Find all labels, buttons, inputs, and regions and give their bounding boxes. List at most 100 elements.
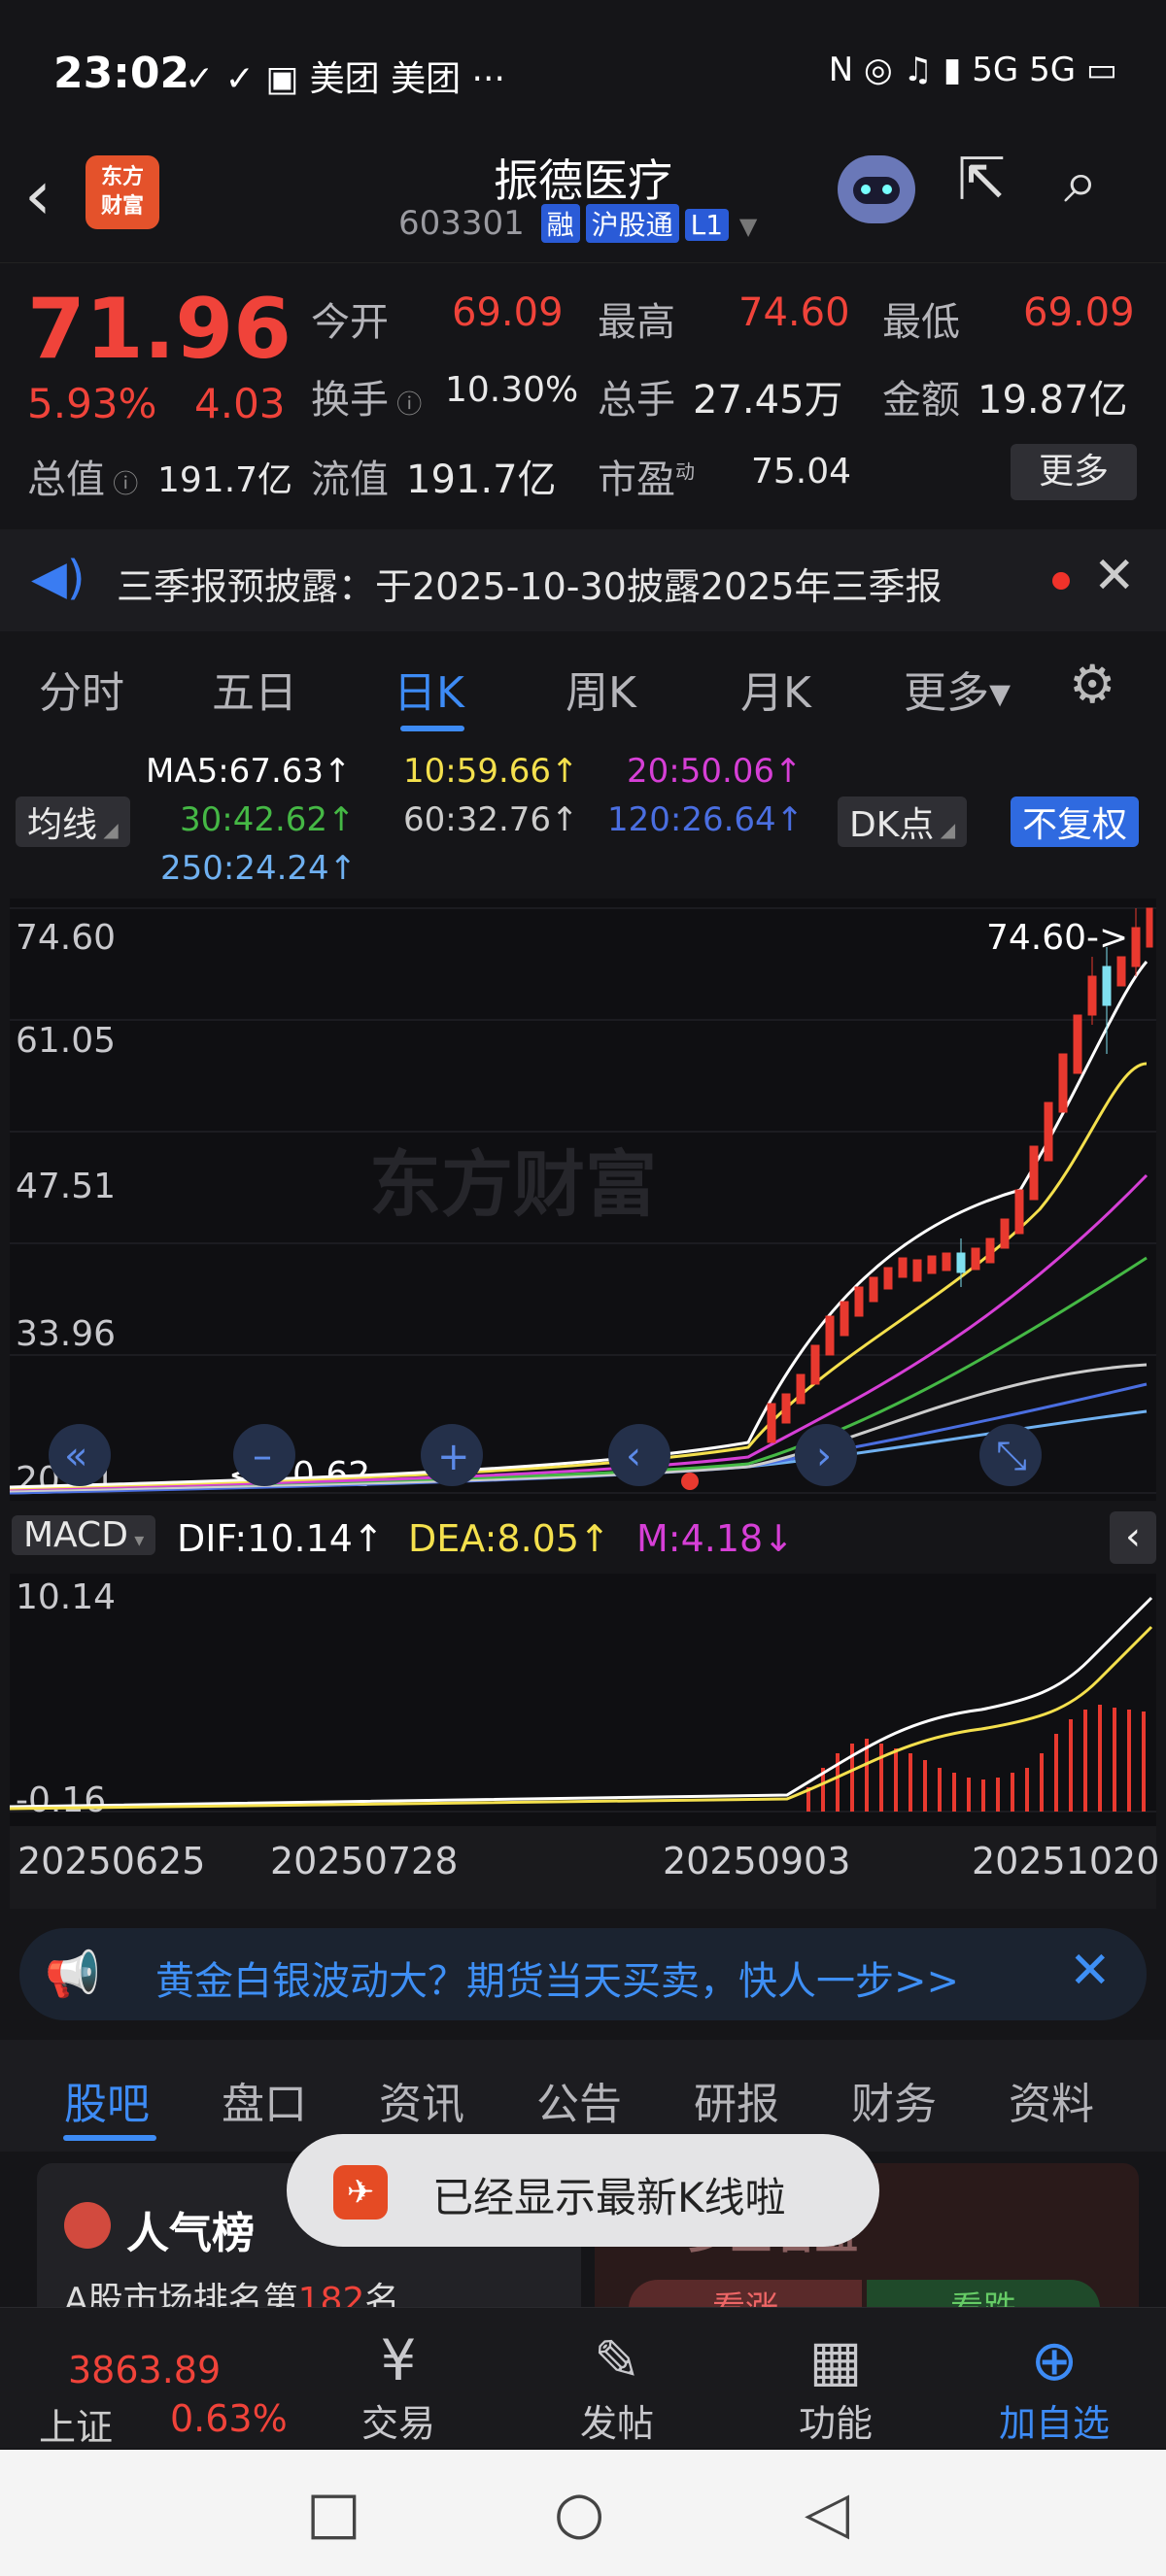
indicator-selector[interactable]: MACD ▾ xyxy=(12,1515,156,1555)
tab-more[interactable]: 更多▾ xyxy=(904,658,1011,720)
nav-trade[interactable]: ¥ 交易 xyxy=(326,2327,471,2447)
tab-daily-k[interactable]: 日K xyxy=(394,658,464,720)
dk-point-button[interactable]: DK点 ◢ xyxy=(838,797,968,847)
low-label: 最低 xyxy=(882,300,960,345)
tab-finance[interactable]: 财务 xyxy=(851,2069,937,2131)
home-icon[interactable]: ○ xyxy=(554,2479,604,2547)
stock-code-line: 603301 融沪股通 L1 ▼ xyxy=(398,204,757,243)
chevron-down-icon[interactable]: ▼ xyxy=(739,213,757,240)
zoom-in-icon: + xyxy=(437,1435,470,1479)
ma-legend: MA5:67.63↑ 10:59.66↑ 20:50.06↑ 均线 ◢ 30:4… xyxy=(0,746,1166,892)
date-label: 20250903 xyxy=(663,1840,851,1882)
volume-value: 27.45万 xyxy=(693,378,843,423)
popularity-title: 人气榜 xyxy=(126,2209,255,2258)
nav-functions[interactable]: ▦ 功能 xyxy=(763,2327,909,2447)
ma30-value: 30:42.62↑ xyxy=(180,800,356,839)
collapse-icon[interactable]: ‹ xyxy=(1110,1511,1156,1564)
amount-label: 金额 xyxy=(882,378,960,423)
mktcap-label: 总值 ⓘ xyxy=(27,458,139,502)
change-value: 4.03 xyxy=(194,380,286,427)
ma5-value: MA5:67.63↑ xyxy=(146,752,352,791)
ad-banner[interactable]: 📢 黄金白银波动大？期货当天买卖，快人一步>> ✕ xyxy=(19,1928,1147,2020)
megaphone-icon: 📢 xyxy=(45,1948,101,2000)
volume-label: 总手 xyxy=(598,378,675,423)
margin-tag: 融 xyxy=(540,204,580,243)
tab-orderbook[interactable]: 盘口 xyxy=(222,2069,307,2131)
notice-bar[interactable]: ◀) 三季报预披露：于2025-10-30披露2025年三季报 ✕ xyxy=(0,529,1166,631)
fullscreen-icon: ⤡ xyxy=(996,1434,1027,1478)
ma60-value: 60:32.76↑ xyxy=(403,800,579,839)
ad-text[interactable]: 黄金白银波动大？期货当天买卖，快人一步>> xyxy=(155,1949,959,2006)
tab-forum[interactable]: 股吧 xyxy=(64,2069,150,2131)
dea-line xyxy=(9,1625,1153,1811)
nav-post[interactable]: ✎ 发帖 xyxy=(544,2327,690,2447)
back-icon[interactable]: ‹ xyxy=(24,155,51,235)
system-nav: □ ○ ◁ xyxy=(0,2450,1166,2576)
close-icon[interactable]: ✕ xyxy=(1069,1942,1112,2000)
tab-research[interactable]: 研报 xyxy=(694,2069,779,2131)
share-icon[interactable]: ⇱ xyxy=(957,146,1006,214)
clock: 23:02 xyxy=(53,49,190,98)
bottom-nav: 3863.89 上证 0.63% ¥ 交易 ✎ 发帖 ▦ 功能 ⊕ 加自选 xyxy=(0,2307,1166,2449)
ma10-value: 10:59.66↑ xyxy=(403,752,579,791)
float-value: 191.7亿 xyxy=(406,458,557,502)
watermark: 东方财富 xyxy=(369,1143,657,1227)
dea-value: DEA:8.05↑ xyxy=(408,1517,610,1560)
active-tab-indicator xyxy=(63,2135,156,2141)
brand-logo[interactable]: 东方 财富 xyxy=(86,155,159,229)
tab-announcements[interactable]: 公告 xyxy=(536,2069,622,2131)
macd-svg: 10.14 -0.16 xyxy=(9,1577,1156,1820)
index-change: 0.63% xyxy=(170,2397,288,2440)
m-value: M:4.18↓ xyxy=(636,1517,795,1560)
close-icon[interactable]: ✕ xyxy=(1093,547,1136,605)
index-ticker[interactable]: 3863.89 上证 0.63% xyxy=(19,2322,301,2449)
header: 振德医疗 ‹ 东方 财富 603301 融沪股通 L1 ▼ ⇱ ⌕ xyxy=(0,146,1166,262)
toast-text: 已经显示最新K线啦 xyxy=(432,2174,786,2221)
tab-profile[interactable]: 资料 xyxy=(1009,2069,1094,2131)
tab-monthly-k[interactable]: 月K xyxy=(740,658,811,720)
axis-label: 47.51 xyxy=(16,1167,116,1206)
axis-label: 74.60 xyxy=(16,918,116,958)
turnover-value: 10.30% xyxy=(445,370,579,410)
speaker-icon: ◀) xyxy=(31,551,86,605)
back-nav-icon[interactable]: ◁ xyxy=(805,2479,849,2547)
ma-selector[interactable]: 均线 ◢ xyxy=(16,797,130,847)
assistant-robot-icon[interactable] xyxy=(838,155,915,223)
change-percent: 5.93% xyxy=(27,380,157,427)
toast: ✈ 已经显示最新K线啦 xyxy=(287,2134,879,2247)
recents-icon[interactable]: □ xyxy=(306,2479,361,2547)
index-name: 上证 xyxy=(39,2406,114,2449)
macd-chart[interactable]: 10.14 -0.16 xyxy=(9,1574,1156,1826)
gear-icon[interactable]: ⚙ xyxy=(1069,654,1115,715)
no-adjust-button[interactable]: 不复权 xyxy=(1011,797,1140,847)
tab-news[interactable]: 资讯 xyxy=(379,2069,464,2131)
ma10-line xyxy=(9,1062,1148,1490)
search-icon[interactable]: ⌕ xyxy=(1064,146,1098,218)
dk-point-marker xyxy=(681,1473,699,1490)
tab-five-day[interactable]: 五日 xyxy=(212,658,297,720)
axis-label: 61.05 xyxy=(16,1021,116,1061)
kline-svg: 东方财富 74.60 61.05 47.51 33.96 20.41 74.60… xyxy=(9,907,1156,1500)
amount-value: 19.87亿 xyxy=(977,378,1128,423)
status-bar: 23:02 ✓ ✓ ▣ 美团 美团 ··· N ◎ ♫ ▮ 5G 5G ▭ xyxy=(0,0,1166,146)
period-tabs: 分时 五日 日K 周K 月K 更多▾ ⚙ xyxy=(0,636,1166,743)
kline-chart[interactable]: 东方财富 74.60 61.05 47.51 33.96 20.41 74.60… xyxy=(9,898,1156,1501)
open-value: 69.09 xyxy=(452,290,564,335)
ma30-line xyxy=(9,1256,1148,1491)
edit-icon: ✎ xyxy=(593,2327,641,2393)
tab-weekly-k[interactable]: 周K xyxy=(566,658,636,720)
notification-icons: ✓ ✓ ▣ 美团 美团 ··· xyxy=(185,59,505,99)
scroll-left-icon: « xyxy=(64,1434,87,1478)
mktcap-value: 191.7亿 xyxy=(157,460,293,500)
app-icon: ✈ xyxy=(333,2165,388,2220)
dif-value: DIF:10.14↑ xyxy=(177,1517,384,1560)
nav-add-watchlist[interactable]: ⊕ 加自选 xyxy=(981,2327,1127,2447)
axis-label: 10.14 xyxy=(16,1577,116,1617)
grid-icon: ▦ xyxy=(808,2327,863,2393)
more-quote-button[interactable]: 更多 xyxy=(1011,444,1137,500)
ma20-value: 20:50.06↑ xyxy=(627,752,803,791)
ma250-value: 250:24.24↑ xyxy=(160,849,358,888)
notice-text[interactable]: 三季报预披露：于2025-10-30披露2025年三季报 xyxy=(117,557,943,610)
tab-intraday[interactable]: 分时 xyxy=(39,658,124,720)
date-label: 20251020 xyxy=(972,1840,1160,1882)
